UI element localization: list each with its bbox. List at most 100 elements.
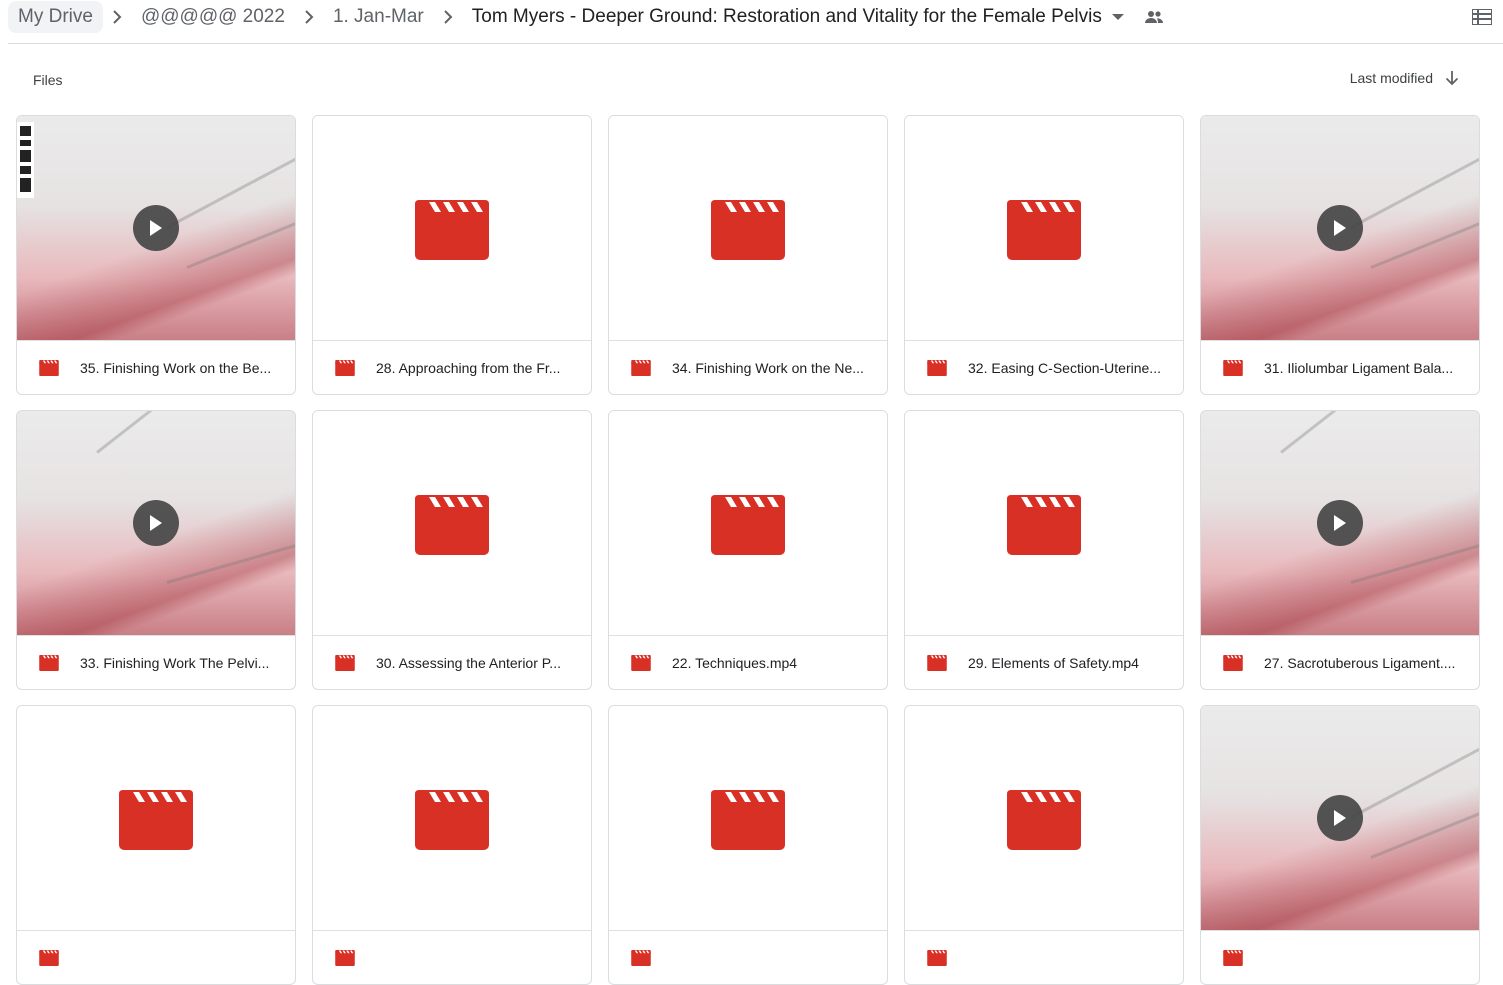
- thumbnail-stroke: [1350, 539, 1479, 584]
- file-card-footer[interactable]: [1201, 931, 1479, 984]
- file-name: 34. Finishing Work on the Ne...: [672, 359, 864, 376]
- video-file-preview: [905, 116, 1183, 340]
- breadcrumb-quarter-folder[interactable]: 1. Jan-Mar: [323, 1, 434, 33]
- file-card-footer[interactable]: 27. Sacrotuberous Ligament....: [1201, 636, 1479, 689]
- file-name: 22. Techniques.mp4: [672, 654, 798, 671]
- file-card[interactable]: 34. Finishing Work on the Ne...: [608, 115, 888, 395]
- file-card[interactable]: 22. Techniques.mp4: [608, 410, 888, 690]
- video-type-icon: [335, 950, 355, 966]
- video-file-icon: [415, 790, 489, 850]
- thumbnail-stroke: [166, 155, 295, 229]
- top-bar: My Drive @@@@@ 2022 1. Jan-Mar Tom Myers…: [0, 0, 1503, 44]
- file-name: 28. Approaching from the Fr...: [376, 359, 561, 376]
- file-card-footer[interactable]: 32. Easing C-Section-Uterine...: [905, 341, 1183, 394]
- thumbnail-stroke: [96, 411, 169, 454]
- arrow-down-icon[interactable]: [1445, 70, 1459, 86]
- video-file-preview: [905, 411, 1183, 635]
- file-card[interactable]: 35. Finishing Work on the Be...: [16, 115, 296, 395]
- video-file-icon: [711, 790, 785, 850]
- video-file-preview: [905, 706, 1183, 930]
- list-view-icon[interactable]: [1470, 5, 1494, 29]
- qr-code-icon: [17, 122, 34, 198]
- thumbnail-stroke: [166, 539, 295, 584]
- file-card[interactable]: [608, 705, 888, 985]
- play-icon[interactable]: [1317, 795, 1363, 841]
- file-card[interactable]: [16, 705, 296, 985]
- video-type-icon: [631, 360, 651, 376]
- play-icon[interactable]: [1317, 205, 1363, 251]
- sort-label[interactable]: Last modified: [1350, 68, 1433, 88]
- video-file-preview: [609, 706, 887, 930]
- video-type-icon: [927, 655, 947, 671]
- thumbnail-stroke: [186, 217, 295, 269]
- file-card[interactable]: 32. Easing C-Section-Uterine...: [904, 115, 1184, 395]
- play-icon[interactable]: [133, 205, 179, 251]
- file-card[interactable]: 33. Finishing Work The Pelvi...: [16, 410, 296, 690]
- file-card-footer[interactable]: 33. Finishing Work The Pelvi...: [17, 636, 295, 689]
- video-type-icon: [631, 950, 651, 966]
- video-type-icon: [335, 655, 355, 671]
- sort-control[interactable]: Last modified: [1350, 68, 1459, 88]
- file-card-footer[interactable]: 34. Finishing Work on the Ne...: [609, 341, 887, 394]
- video-type-icon: [1223, 655, 1243, 671]
- file-card-footer[interactable]: 31. Iliolumbar Ligament Bala...: [1201, 341, 1479, 394]
- file-card-footer[interactable]: 30. Assessing the Anterior P...: [313, 636, 591, 689]
- video-file-preview: [313, 706, 591, 930]
- file-card[interactable]: 30. Assessing the Anterior P...: [312, 410, 592, 690]
- video-type-icon: [39, 360, 59, 376]
- file-card[interactable]: 28. Approaching from the Fr...: [312, 115, 592, 395]
- caret-down-icon[interactable]: [1108, 5, 1128, 29]
- video-type-icon: [335, 360, 355, 376]
- file-card-footer[interactable]: [313, 931, 591, 984]
- file-name: 31. Iliolumbar Ligament Bala...: [1264, 359, 1454, 376]
- video-type-icon: [39, 950, 59, 966]
- file-card-footer[interactable]: 22. Techniques.mp4: [609, 636, 887, 689]
- video-thumbnail: [17, 116, 295, 340]
- file-card[interactable]: [1200, 705, 1480, 985]
- video-type-icon: [1223, 950, 1243, 966]
- video-file-icon: [1007, 200, 1081, 260]
- chevron-right-icon: [297, 5, 321, 29]
- video-file-icon: [711, 200, 785, 260]
- chevron-right-icon: [105, 5, 129, 29]
- file-card-footer[interactable]: 35. Finishing Work on the Be...: [17, 341, 295, 394]
- chevron-right-icon: [436, 5, 460, 29]
- breadcrumb-current-folder[interactable]: Tom Myers - Deeper Ground: Restoration a…: [462, 1, 1108, 33]
- video-type-icon: [927, 950, 947, 966]
- file-name: 30. Assessing the Anterior P...: [376, 654, 561, 671]
- video-thumbnail: [1201, 411, 1479, 635]
- file-name: 33. Finishing Work The Pelvi...: [80, 654, 270, 671]
- file-card[interactable]: [904, 705, 1184, 985]
- file-grid: 35. Finishing Work on the Be... 28. Appro…: [16, 115, 1480, 985]
- file-name: 35. Finishing Work on the Be...: [80, 359, 272, 376]
- play-icon[interactable]: [133, 500, 179, 546]
- video-file-icon: [415, 495, 489, 555]
- file-card[interactable]: 31. Iliolumbar Ligament Bala...: [1200, 115, 1480, 395]
- breadcrumb-year-folder[interactable]: @@@@@ 2022: [131, 1, 295, 33]
- file-card[interactable]: [312, 705, 592, 985]
- files-section-label: Files: [33, 72, 63, 88]
- file-card-footer[interactable]: 28. Approaching from the Fr...: [313, 341, 591, 394]
- play-icon[interactable]: [1317, 500, 1363, 546]
- thumbnail-stroke: [1350, 745, 1479, 819]
- video-type-icon: [1223, 360, 1243, 376]
- file-card-footer[interactable]: [17, 931, 295, 984]
- video-file-icon: [1007, 495, 1081, 555]
- video-thumbnail: [17, 411, 295, 635]
- video-type-icon: [631, 655, 651, 671]
- file-card-footer[interactable]: [609, 931, 887, 984]
- file-name: 27. Sacrotuberous Ligament....: [1264, 654, 1456, 671]
- video-type-icon: [39, 655, 59, 671]
- header-divider: [8, 43, 1503, 44]
- file-name: 29. Elements of Safety.mp4: [968, 654, 1139, 671]
- file-card-footer[interactable]: [905, 931, 1183, 984]
- video-file-icon: [711, 495, 785, 555]
- file-card[interactable]: 29. Elements of Safety.mp4: [904, 410, 1184, 690]
- shared-people-icon[interactable]: [1142, 5, 1166, 29]
- file-card-footer[interactable]: 29. Elements of Safety.mp4: [905, 636, 1183, 689]
- video-file-preview: [609, 116, 887, 340]
- video-file-preview: [313, 411, 591, 635]
- breadcrumb-my-drive[interactable]: My Drive: [8, 1, 103, 33]
- file-card[interactable]: 27. Sacrotuberous Ligament....: [1200, 410, 1480, 690]
- video-file-icon: [119, 790, 193, 850]
